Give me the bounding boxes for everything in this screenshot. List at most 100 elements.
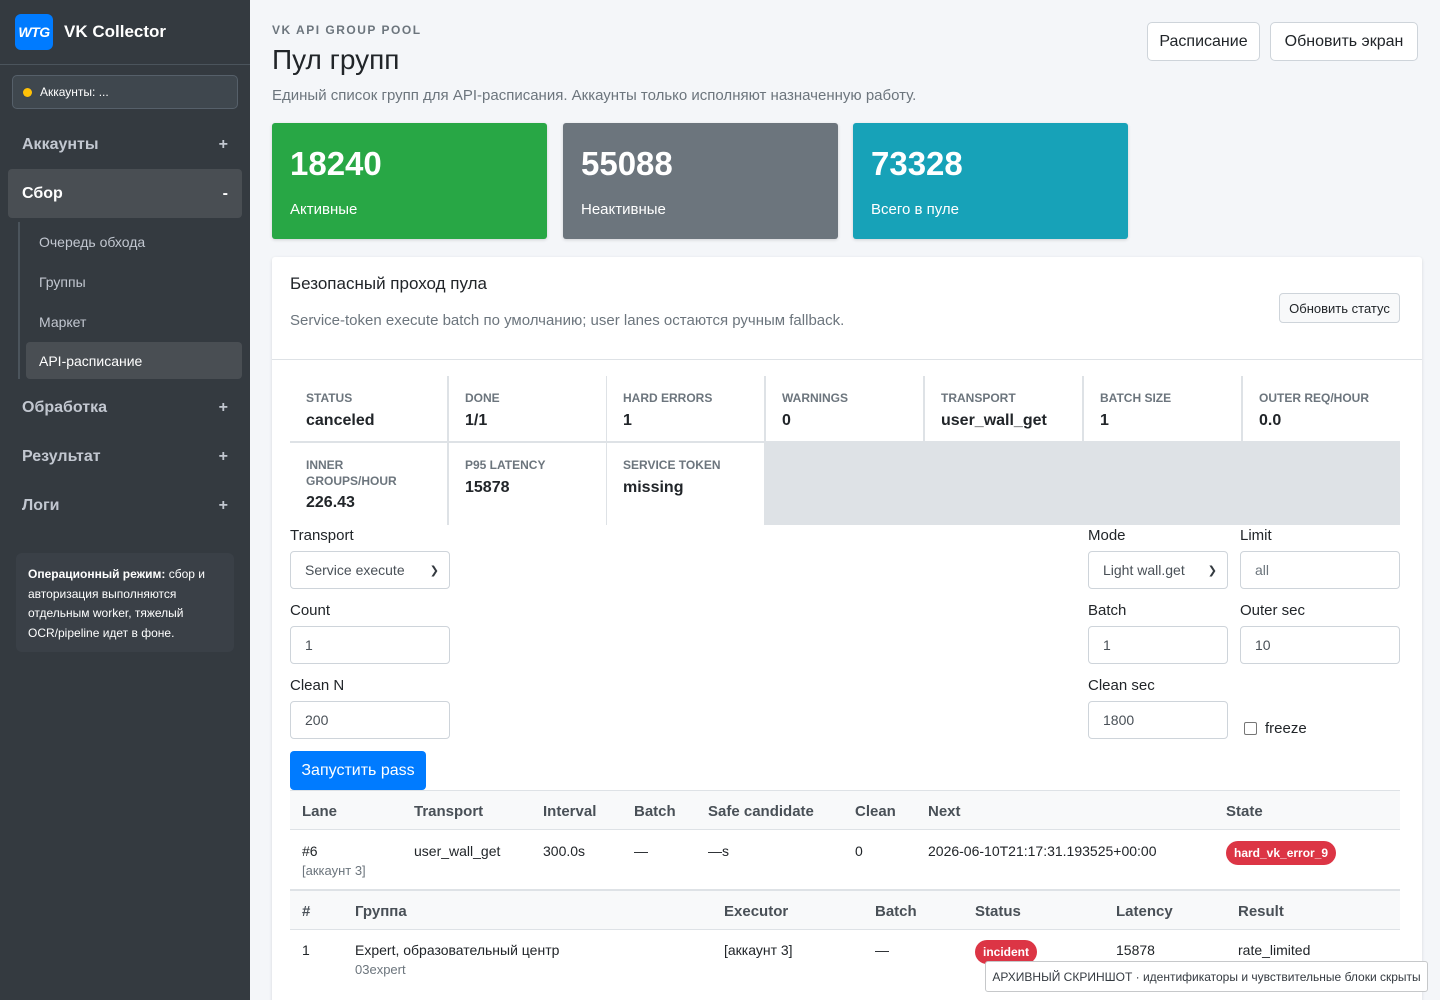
sidebar-item-accounts[interactable]: Аккаунты + <box>0 120 250 169</box>
batch-input[interactable]: 1 <box>1088 626 1228 664</box>
chevron-down-icon: ❯ <box>1207 564 1217 577</box>
clean-sec-input[interactable]: 1800 <box>1088 701 1228 739</box>
metric-inner-groups: INNER GROUPS/HOUR 226.43 <box>290 443 447 525</box>
sidebar-subitem-api-schedule[interactable]: API-расписание <box>26 342 242 379</box>
metric-service-token: SERVICE TOKEN missing <box>607 443 764 525</box>
sidebar-item-label: Сбор <box>22 184 63 202</box>
sidebar-subitem-groups[interactable]: Группы <box>20 262 250 302</box>
metric-value: canceled <box>306 412 375 429</box>
lane-clean: 0 <box>855 843 863 859</box>
group-slug: 03expert <box>355 962 406 977</box>
limit-input[interactable]: all <box>1240 551 1400 589</box>
groups-table-header: # Группа Executor Batch Status Latency R… <box>290 890 1400 930</box>
metric-value: 0 <box>782 412 791 429</box>
stat-value: 18240 <box>290 145 382 182</box>
metric-key: WARNINGS <box>782 391 848 405</box>
stat-label: Неактивные <box>581 201 666 218</box>
sidebar-item-collect[interactable]: Сбор - <box>8 169 242 218</box>
metric-value: 0.0 <box>1259 412 1282 429</box>
page-title: Пул групп <box>272 44 400 75</box>
main-content: VK API GROUP POOL Пул групп Единый списо… <box>250 0 1440 1000</box>
col-transport: Transport <box>414 803 484 820</box>
divider <box>272 359 1422 360</box>
col-state: State <box>1226 803 1263 820</box>
sidebar-subitem-market[interactable]: Маркет <box>20 302 250 342</box>
metric-outer-req: OUTER REQ/HOUR 0.0 <box>1243 376 1400 441</box>
col-status: Status <box>975 903 1021 920</box>
outer-sec-input[interactable]: 10 <box>1240 626 1400 664</box>
metric-transport: TRANSPORT user_wall_get <box>925 376 1082 441</box>
metric-value: 1/1 <box>465 412 488 429</box>
sidebar-item-logs[interactable]: Логи + <box>0 481 250 530</box>
sidebar-nav: Аккаунты + Сбор - Очередь обхода Группы … <box>0 120 250 530</box>
mode-value: Light wall.get <box>1103 562 1185 578</box>
mode-select[interactable]: Light wall.get ❯ <box>1088 551 1228 589</box>
col-next: Next <box>928 803 961 820</box>
refresh-status-button[interactable]: Обновить статус <box>1279 293 1400 323</box>
sidebar-item-label: Обработка <box>22 398 107 416</box>
metric-value: 1 <box>623 412 632 429</box>
col-batch: Batch <box>875 903 917 920</box>
archive-watermark: АРХИВНЫЙ СКРИНШОТ · идентификаторы и чув… <box>985 961 1428 992</box>
metric-done: DONE 1/1 <box>449 376 606 441</box>
batch-label: Batch <box>1088 602 1127 619</box>
brand-title: VK Collector <box>64 22 167 41</box>
transport-select[interactable]: Service execute ❯ <box>290 551 450 589</box>
freeze-checkbox[interactable] <box>1244 722 1257 735</box>
stat-label: Активные <box>290 201 358 218</box>
limit-label: Limit <box>1240 527 1272 544</box>
metric-value: missing <box>623 479 684 496</box>
stat-value: 55088 <box>581 145 673 182</box>
lane-next: 2026-06-10T21:17:31.193525+00:00 <box>928 843 1157 859</box>
col-group: Группа <box>355 903 407 920</box>
stat-value: 73328 <box>871 145 963 182</box>
stat-total: 73328 Всего в пуле <box>853 123 1128 239</box>
col-batch: Batch <box>634 803 676 820</box>
col-interval: Interval <box>543 803 597 820</box>
chevron-down-icon: ❯ <box>429 564 439 577</box>
plus-icon: + <box>218 398 228 416</box>
clean-sec-label: Clean sec <box>1088 677 1155 694</box>
clean-n-label: Clean N <box>290 677 345 694</box>
metric-value: 15878 <box>465 479 510 496</box>
group-result: rate_limited <box>1238 942 1311 958</box>
metric-p95: P95 LATENCY 15878 <box>449 443 606 525</box>
card-title: Безопасный проход пула <box>290 274 487 293</box>
plus-icon: + <box>218 496 228 514</box>
card-subtitle: Service-token execute batch по умолчанию… <box>290 312 845 329</box>
count-input[interactable]: 1 <box>290 626 450 664</box>
mode-label: Mode <box>1088 527 1126 544</box>
col-latency: Latency <box>1116 903 1173 920</box>
sidebar-item-result[interactable]: Результат + <box>0 432 250 481</box>
plus-icon: + <box>218 447 228 465</box>
run-pass-button[interactable]: Запустить pass <box>290 751 426 790</box>
lane-safe: —s <box>708 843 729 859</box>
lane-transport: user_wall_get <box>414 843 501 859</box>
clean-n-input[interactable]: 200 <box>290 701 450 739</box>
metric-key: HARD ERRORS <box>623 391 713 405</box>
lane-id: #6 <box>302 843 318 859</box>
sidebar-subitem-queue[interactable]: Очередь обхода <box>20 222 250 262</box>
col-num: # <box>302 903 311 920</box>
plus-icon: + <box>218 135 228 153</box>
stat-inactive: 55088 Неактивные <box>563 123 838 239</box>
sidebar-item-processing[interactable]: Обработка + <box>0 383 250 432</box>
account-selector[interactable]: Аккаунты: ... <box>12 75 238 109</box>
ops-mode-note: Операционный режим: сбор и авторизация в… <box>16 553 234 652</box>
lane-interval: 300.0s <box>543 843 586 859</box>
brand[interactable]: WTG VK Collector <box>0 0 250 65</box>
brand-logo: WTG <box>15 14 53 50</box>
schedule-button[interactable]: Расписание <box>1147 22 1260 61</box>
freeze-label: freeze <box>1265 720 1307 737</box>
metric-value: 1 <box>1100 412 1109 429</box>
group-name[interactable]: Expert, образовательный центр <box>355 942 559 958</box>
count-label: Count <box>290 602 331 619</box>
group-batch: — <box>875 942 889 958</box>
metric-key: DONE <box>465 391 500 405</box>
sidebar-item-label: Результат <box>22 447 101 465</box>
metric-hard-errors: HARD ERRORS 1 <box>607 376 764 441</box>
outer-sec-label: Outer sec <box>1240 602 1306 619</box>
metrics-grid: STATUS canceled DONE 1/1 HARD ERRORS 1 WARN… <box>290 376 1400 525</box>
lane-account: [аккаунт 3] <box>302 863 366 878</box>
refresh-screen-button[interactable]: Обновить экран <box>1270 22 1418 61</box>
